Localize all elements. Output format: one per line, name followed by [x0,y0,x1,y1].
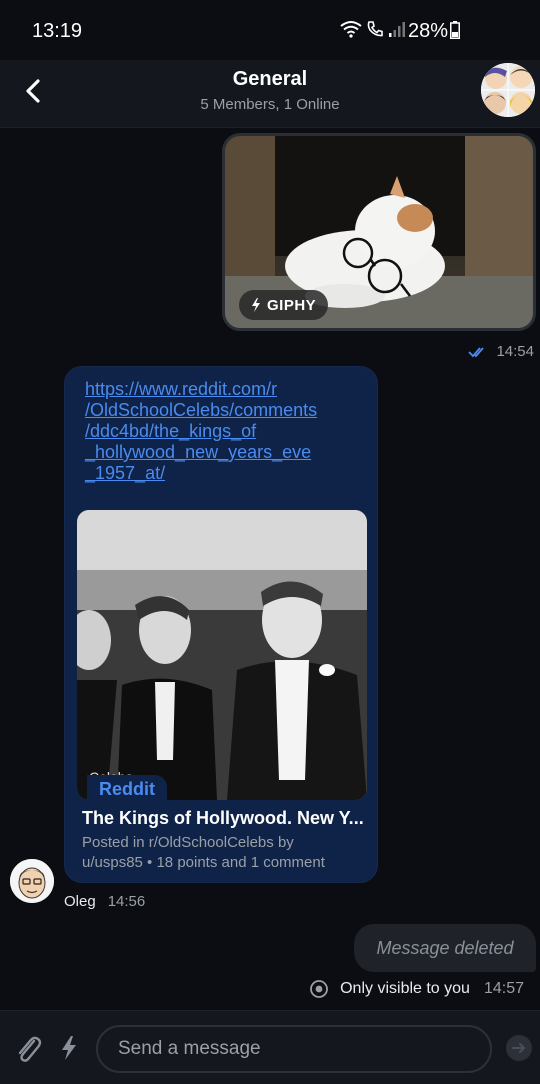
status-icons [340,20,406,38]
user-avatar-image [10,859,54,903]
message-composer [0,1010,540,1084]
link-message-time: 14:56 [107,893,146,910]
giphy-message-meta: 14:54 [468,343,534,360]
call-icon [367,21,383,37]
deleted-message[interactable]: Message deleted [354,924,536,972]
wifi-icon [340,21,362,38]
giphy-message[interactable]: GIPHY [222,133,536,331]
giphy-message-time: 14:54 [496,343,534,360]
link-message-meta: Oleg 14:56 [64,893,145,910]
group-avatar[interactable] [481,63,535,117]
status-time: 13:19 [32,20,83,42]
giphy-badge: GIPHY [239,290,329,320]
paperclip-icon [18,1036,42,1062]
channel-header: General 5 Members, 1 Online [0,60,540,128]
channel-members-status: 5 Members, 1 Online [200,96,340,113]
link-preview-title: The Kings of Hollywood. New Y... [82,808,364,828]
eye-icon [310,980,329,998]
attach-button[interactable] [14,1033,42,1063]
link-preview-source: Reddit [87,775,167,800]
link-preview-image: Celebs [77,510,367,800]
send-button[interactable] [506,1035,532,1061]
double-check-icon [468,346,485,357]
battery-percent: 28% [408,20,449,42]
avatar[interactable] [10,859,54,903]
status-bar: 13:19 28% [0,0,540,60]
battery-icon [450,21,460,39]
message-link[interactable]: https://www.reddit.com/r /OldSchoolCeleb… [85,379,345,484]
message-input[interactable] [96,1025,492,1073]
link-preview-description: Posted in r/OldSchoolCelebs by u/usps85 … [82,834,325,871]
deleted-message-meta: Only visible to you 14:57 [308,980,524,998]
deleted-message-time: 14:57 [483,980,524,997]
channel-title: General [232,68,308,90]
signal-icon [389,22,405,37]
link-preview-card[interactable]: Celebs Reddit [77,510,367,800]
link-message: https://www.reddit.com/r /OldSchoolCeleb… [64,366,378,883]
message-author: Oleg [64,893,96,910]
lightning-icon [252,298,260,312]
lightning-icon [62,1036,76,1060]
send-arrow-icon [512,1043,526,1053]
group-avatar-image [481,63,535,117]
giphy-badge-label: GIPHY [267,296,317,314]
visibility-label: Only visible to you [340,980,470,997]
commands-button[interactable] [58,1035,80,1061]
